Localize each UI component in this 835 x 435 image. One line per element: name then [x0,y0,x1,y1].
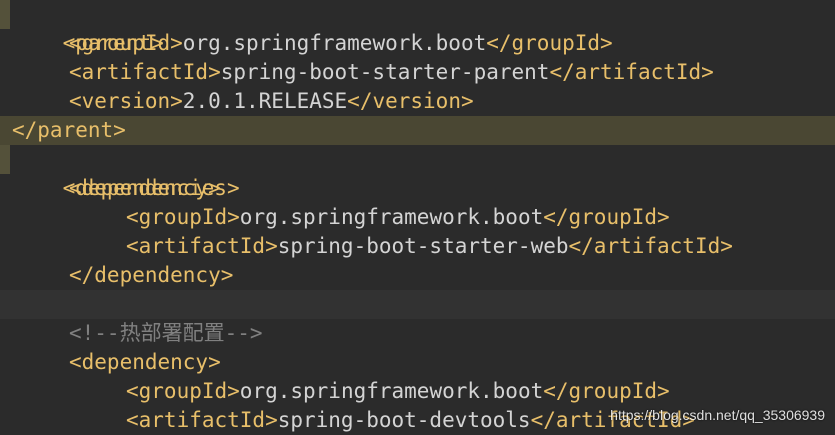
code-line-groupid[interactable]: <groupId>org.springframework.boot</group… [0,29,835,58]
xml-tag: <dependency> [69,350,221,374]
xml-tag: </parent> [12,118,126,142]
code-line-parent-open[interactable]: <parent> [0,0,835,55]
xml-tag: <dependency> [69,176,221,200]
code-line-version[interactable]: <version>2.0.1.RELEASE</version> [0,87,835,116]
xml-tag: <groupId> [126,205,240,229]
watermark: https://blog.csdn.net/qq_35306939 [610,407,825,423]
xml-tag: <version> [69,89,183,113]
xml-comment: <!--热部署配置--> [69,321,263,345]
xml-text: spring-boot-devtools [277,408,531,432]
xml-tag: </artifactId> [549,60,714,84]
xml-tag: </groupId> [543,205,670,229]
bracket-match-marker [0,145,10,174]
code-line-empty-current[interactable] [0,290,835,319]
xml-text: org.springframework.boot [182,31,487,55]
code-line-dependency-close[interactable]: </dependency> [0,261,835,290]
code-line-groupid[interactable]: <groupId>org.springframework.boot</group… [0,377,835,406]
code-editor[interactable]: <parent> <groupId>org.springframework.bo… [0,0,835,435]
xml-text: spring-boot-starter-parent [220,60,550,84]
code-line-dependency-open[interactable]: <dependency> [0,348,835,377]
code-line-artifactid[interactable]: <artifactId>spring-boot-starter-parent</… [0,58,835,87]
xml-text: org.springframework.boot [239,379,544,403]
code-line-groupid[interactable]: <groupId>org.springframework.boot</group… [0,203,835,232]
xml-tag: </dependency> [69,263,234,287]
code-line-comment[interactable]: <!--热部署配置--> [0,319,835,348]
code-line-artifactid[interactable]: <artifactId>spring-boot-starter-web</art… [0,232,835,261]
xml-text: 2.0.1.RELEASE [182,89,348,113]
xml-tag: <groupId> [69,31,183,55]
xml-tag: </groupId> [486,31,613,55]
code-line-parent-close[interactable]: </parent> [0,116,835,145]
code-line-dependencies-open[interactable]: <dependencies> [0,145,835,200]
xml-tag: </version> [347,89,474,113]
xml-tag: <artifactId> [126,408,278,432]
bracket-match-marker [0,0,10,29]
xml-tag: <groupId> [126,379,240,403]
xml-text: org.springframework.boot [239,205,544,229]
xml-text: spring-boot-starter-web [277,234,569,258]
xml-tag: </groupId> [543,379,670,403]
code-line-dependency-open[interactable]: <dependency> [0,174,835,203]
xml-tag: </artifactId> [568,234,733,258]
xml-tag: <artifactId> [126,234,278,258]
xml-tag: <artifactId> [69,60,221,84]
